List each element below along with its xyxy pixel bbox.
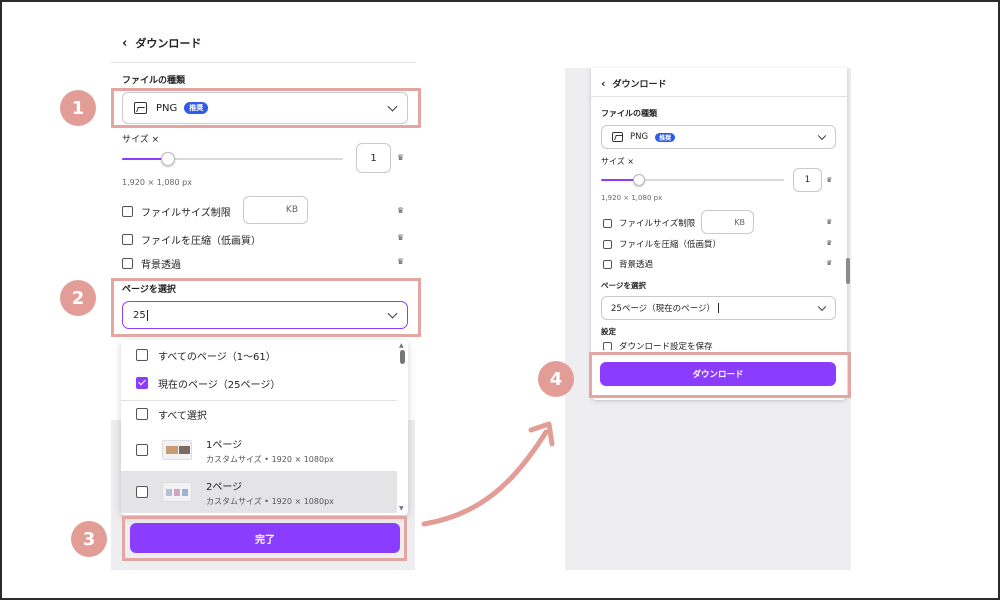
dropdown-item-page-2[interactable]: 2ページ カスタムサイズ • 1920 × 1080px	[121, 471, 397, 513]
compress-option[interactable]: ファイルを圧縮（低画質）	[122, 232, 261, 247]
file-type-label: ファイルの種類	[122, 76, 186, 86]
filesize-limit-label: ファイルサイズ制限	[619, 219, 696, 229]
checkbox-icon[interactable]	[603, 259, 612, 269]
scrollbar-thumb[interactable]	[400, 350, 405, 364]
size-label: サイズ ×	[601, 157, 635, 166]
dropdown-item-label: すべて選択	[158, 410, 207, 422]
checkbox-icon[interactable]	[122, 258, 133, 269]
checkbox-icon[interactable]	[603, 239, 612, 249]
size-input[interactable]: 1	[356, 143, 391, 173]
page-thumbnail	[162, 440, 192, 460]
recommended-badge: 推奨	[655, 132, 676, 142]
curved-arrow-icon	[421, 421, 555, 527]
scroll-down-icon[interactable]: ▼	[399, 505, 404, 512]
filesize-limit-option[interactable]: ファイルサイズ制限	[122, 204, 231, 219]
panel-header: ‹ ダウンロード	[601, 77, 667, 90]
filesize-kb-input[interactable]: KB	[701, 210, 754, 234]
filesize-limit-option[interactable]: ファイルサイズ制限	[603, 217, 695, 229]
transparent-bg-option[interactable]: 背景透過	[122, 256, 181, 271]
checkbox-icon[interactable]	[603, 342, 612, 350]
crown-icon: ♛	[397, 257, 405, 266]
step-badge-1: 1	[60, 90, 96, 126]
checkbox-icon[interactable]	[136, 444, 148, 456]
page-select[interactable]: 25ページ（現在のページ）	[601, 296, 836, 320]
dimensions-text: 1,920 × 1,080 px	[601, 194, 663, 202]
back-chevron-icon[interactable]: ‹	[601, 77, 606, 90]
panel-scrollbar[interactable]	[846, 258, 850, 284]
crown-icon: ♛	[826, 239, 833, 247]
crown-icon: ♛	[826, 218, 833, 226]
dropdown-item-select-all[interactable]: すべて選択	[121, 403, 397, 425]
step-badge-2: 2	[60, 280, 96, 316]
dropdown-item-all-pages[interactable]: すべてのページ（1～61）	[121, 344, 397, 366]
panel-title: ダウンロード	[612, 80, 667, 90]
crown-icon: ♛	[397, 206, 405, 215]
text-cursor	[717, 303, 719, 313]
header-divider	[591, 96, 847, 97]
dropdown-item-label: すべてのページ（1～61）	[158, 351, 276, 363]
panel-title: ダウンロード	[135, 37, 202, 50]
crown-icon: ♛	[397, 153, 405, 162]
save-settings-option[interactable]: ダウンロード設定を保存	[603, 342, 713, 350]
dropdown-item-current-page[interactable]: 現在のページ（25ページ）	[121, 372, 397, 394]
step-badge-3: 3	[71, 521, 107, 557]
size-input[interactable]: 1	[793, 168, 822, 192]
highlight-file-type	[111, 88, 421, 128]
highlight-done	[122, 516, 407, 561]
size-slider[interactable]	[122, 158, 343, 160]
dropdown-scrollbar[interactable]: ▲ ▼	[398, 342, 407, 512]
file-type-label: ファイルの種類	[601, 109, 657, 118]
size-slider[interactable]	[601, 179, 784, 181]
chevron-down-icon	[817, 131, 827, 141]
highlight-download	[589, 352, 851, 398]
compress-label: ファイルを圧縮（低画質）	[141, 236, 261, 247]
checkbox-icon[interactable]	[136, 408, 148, 420]
size-label: サイズ ×	[122, 135, 160, 145]
checkbox-icon[interactable]	[122, 234, 133, 245]
dropdown-item-label: 現在のページ（25ページ）	[158, 379, 281, 391]
filesize-kb-input[interactable]: KB	[243, 196, 308, 224]
check-icon[interactable]	[136, 377, 148, 389]
crown-icon: ♛	[826, 176, 833, 184]
crown-icon: ♛	[397, 233, 405, 242]
dimensions-text: 1,920 × 1,080 px	[122, 178, 192, 187]
transparent-bg-label: 背景透過	[619, 260, 654, 270]
transparent-bg-option[interactable]: 背景透過	[603, 258, 653, 270]
crown-icon: ♛	[826, 259, 833, 267]
image-icon	[612, 132, 623, 142]
page-dropdown: すべてのページ（1～61） 現在のページ（25ページ） すべて選択 1ページ カ…	[121, 340, 408, 515]
save-settings-label: ダウンロード設定を保存	[619, 342, 713, 350]
compress-option[interactable]: ファイルを圧縮（低画質）	[603, 238, 721, 250]
panel-header: ‹ ダウンロード	[122, 35, 201, 51]
file-type-value: PNG	[630, 132, 649, 142]
dropdown-item-page-1[interactable]: 1ページ カスタムサイズ • 1920 × 1080px	[121, 430, 397, 470]
dropdown-divider	[121, 400, 397, 401]
back-chevron-icon[interactable]: ‹	[122, 36, 127, 51]
checkbox-icon[interactable]	[136, 349, 148, 361]
checkbox-icon[interactable]	[136, 486, 148, 498]
page-select-label: ページを選択	[601, 281, 646, 290]
checkbox-icon[interactable]	[603, 218, 612, 228]
page-title: 2ページ	[206, 481, 243, 493]
page-subtitle: カスタムサイズ • 1920 × 1080px	[206, 454, 334, 464]
compress-label: ファイルを圧縮（低画質）	[619, 240, 722, 250]
transparent-bg-label: 背景透過	[141, 260, 181, 271]
header-divider	[111, 62, 415, 63]
highlight-page-select	[111, 278, 421, 337]
checkbox-icon[interactable]	[122, 206, 133, 217]
scroll-up-icon[interactable]: ▲	[399, 342, 404, 349]
chevron-down-icon	[817, 302, 827, 312]
page-subtitle: カスタムサイズ • 1920 × 1080px	[206, 496, 334, 506]
settings-label: 設定	[601, 327, 616, 336]
page-title: 1ページ	[206, 439, 243, 451]
filesize-limit-label: ファイルサイズ制限	[141, 208, 231, 219]
step-badge-4: 4	[538, 361, 574, 397]
page-select-value: 25ページ（現在のページ）	[611, 304, 715, 314]
page-thumbnail	[162, 482, 192, 502]
file-type-select[interactable]: PNG 推奨	[601, 125, 836, 149]
